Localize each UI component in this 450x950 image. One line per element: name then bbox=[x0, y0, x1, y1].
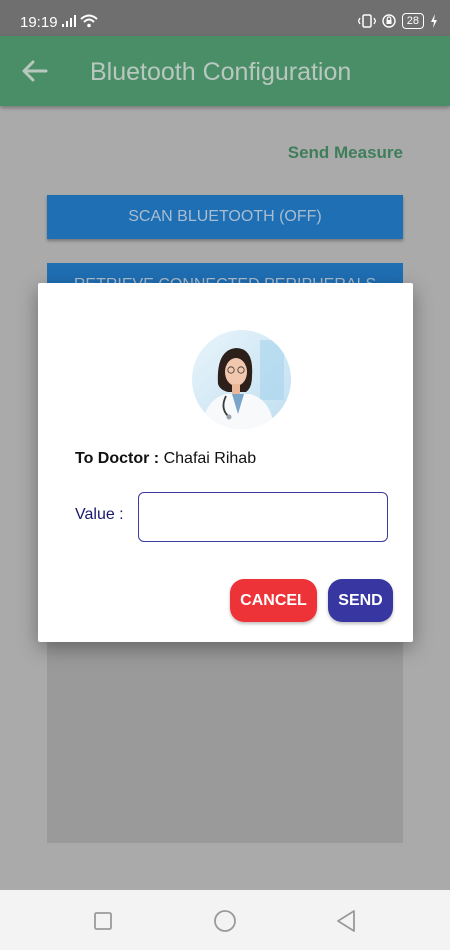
doctor-avatar bbox=[192, 330, 291, 429]
cancel-button[interactable]: CANCEL bbox=[230, 579, 317, 622]
value-input[interactable] bbox=[138, 492, 388, 542]
arrow-left-icon[interactable] bbox=[20, 58, 50, 84]
status-bar: 19:19 28 bbox=[0, 0, 450, 36]
send-button[interactable]: SEND bbox=[328, 579, 393, 622]
charging-icon bbox=[431, 14, 437, 28]
wifi-icon bbox=[80, 14, 98, 28]
battery-icon: 28 bbox=[401, 13, 424, 29]
square-icon[interactable] bbox=[90, 908, 116, 934]
page-title: Bluetooth Configuration bbox=[90, 58, 352, 86]
send-measure-link[interactable]: Send Measure bbox=[288, 143, 403, 163]
vibrate-icon bbox=[357, 14, 376, 28]
signal-icon bbox=[62, 15, 76, 27]
status-icons: 28 bbox=[357, 13, 438, 29]
lock-icon bbox=[382, 14, 396, 28]
nav-bar bbox=[0, 890, 450, 950]
doctor-name: Chafai Rihab bbox=[163, 450, 257, 467]
app-bar: Bluetooth Configuration bbox=[0, 36, 450, 106]
send-measure-dialog: To Doctor : Chafai Rihab Value : CANCEL … bbox=[38, 283, 413, 642]
scan-bluetooth-button[interactable]: SCAN BLUETOOTH (OFF) bbox=[47, 195, 403, 239]
circle-icon[interactable] bbox=[212, 908, 238, 934]
triangle-back-icon[interactable] bbox=[334, 908, 360, 934]
value-label: Value : bbox=[75, 506, 124, 523]
status-time: 19:19 bbox=[20, 14, 58, 31]
doctor-recipient: To Doctor : Chafai Rihab bbox=[75, 450, 256, 468]
doctor-label: To Doctor : bbox=[75, 450, 160, 467]
